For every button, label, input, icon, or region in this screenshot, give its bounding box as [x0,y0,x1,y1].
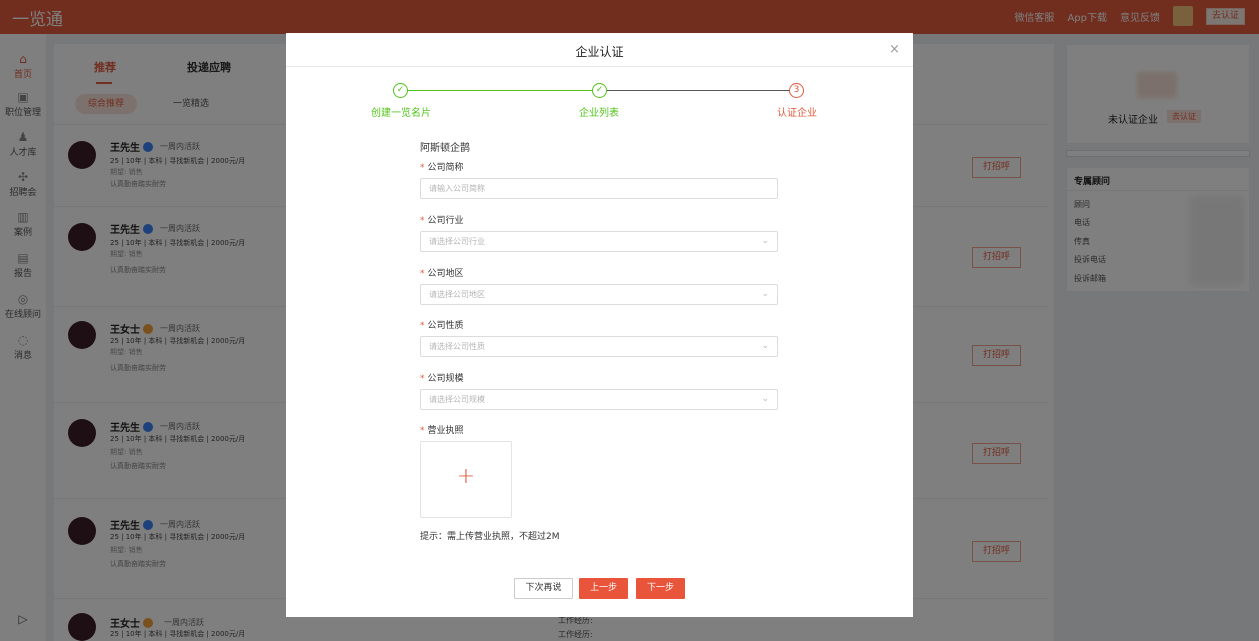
chevron-down-icon: ⌄ [761,394,769,404]
chevron-down-icon: ⌄ [761,341,769,351]
upload-tip: 提示：需上传营业执照，不超过2M [420,532,560,542]
nature-select[interactable]: 请选择公司性质 ⌄ [420,336,778,357]
region-select[interactable]: 请选择公司地区 ⌄ [420,284,778,305]
step-connector-done [408,90,592,91]
field-label-license: * 营业执照 [420,426,464,436]
select-placeholder: 请选择公司地区 [429,290,485,299]
step-current-number: 3 [789,83,804,98]
step-label-company-list: 企业列表 [579,108,619,119]
later-button[interactable]: 下次再说 [514,578,573,599]
chevron-down-icon: ⌄ [761,289,769,299]
select-placeholder: 请选择公司规模 [429,395,485,404]
step-label-create-card: 创建一览名片 [371,108,431,119]
step-connector-pending [607,90,789,91]
step-check-icon: ✓ [592,83,607,98]
field-label-industry: * 公司行业 [420,216,464,226]
company-certification-modal: 企业认证 × ✓ ✓ 3 创建一览名片 企业列表 认证企业 阿斯顿企鹊 * 公司简… [286,33,913,617]
field-label-nature: * 公司性质 [420,321,464,331]
chevron-down-icon: ⌄ [761,236,769,246]
field-label-region: * 公司地区 [420,269,464,279]
next-step-button[interactable]: 下一步 [636,578,685,599]
scale-select[interactable]: 请选择公司规模 ⌄ [420,389,778,410]
field-label-scale: * 公司规模 [420,374,464,384]
short-name-input[interactable] [420,178,778,199]
select-placeholder: 请选择公司性质 [429,342,485,351]
license-upload-plus-icon[interactable]: + [420,441,512,518]
select-placeholder: 请选择公司行业 [429,237,485,246]
step-check-icon: ✓ [393,83,408,98]
company-name: 阿斯顿企鹊 [420,143,470,154]
modal-title: 企业认证 [575,45,624,59]
modal-header-divider [286,66,913,67]
field-label-short-name: * 公司简称 [420,163,464,173]
prev-step-button[interactable]: 上一步 [579,578,628,599]
close-icon[interactable]: × [889,43,900,57]
step-label-certify: 认证企业 [777,108,817,119]
industry-select[interactable]: 请选择公司行业 ⌄ [420,231,778,252]
